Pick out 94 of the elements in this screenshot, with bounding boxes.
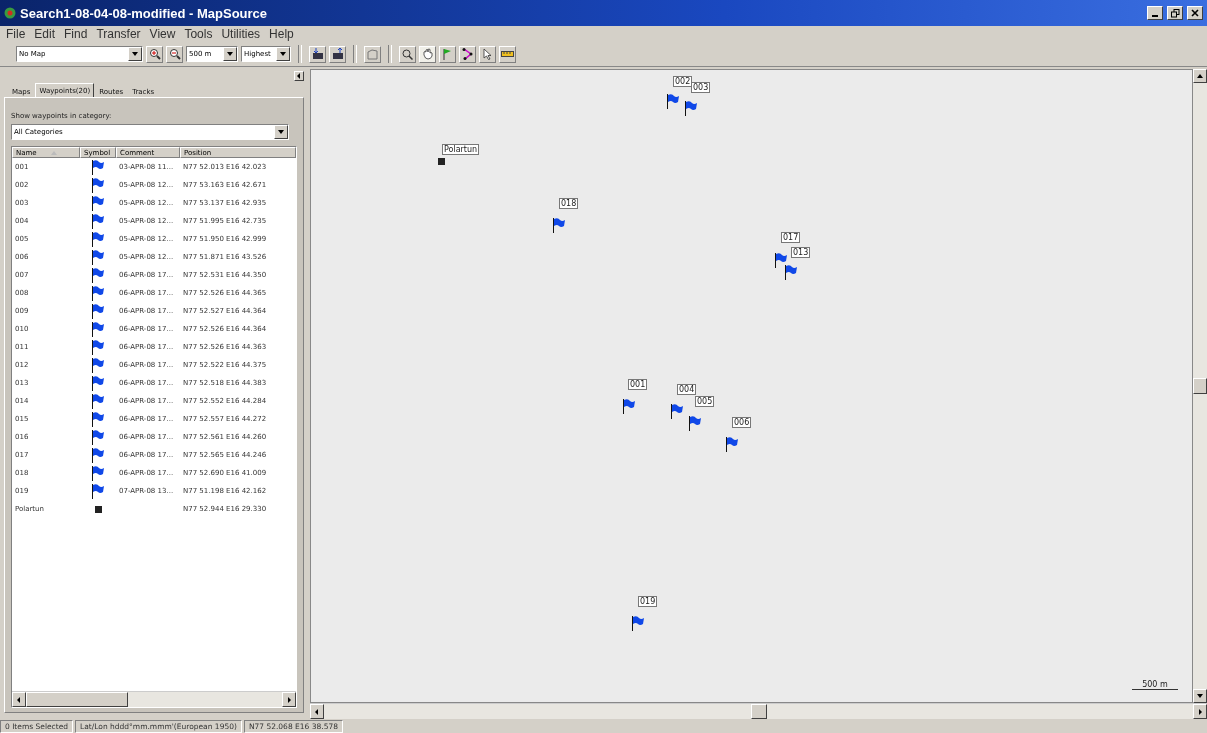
map-canvas[interactable]: Polartun 002 003 018 017 013 001 004 005 006 019 500 m — [310, 69, 1193, 703]
flag-icon[interactable] — [670, 403, 684, 419]
caret-down-icon — [278, 129, 284, 135]
waypoint-label: 003 — [691, 82, 711, 93]
flag-icon — [91, 339, 105, 355]
scroll-thumb[interactable] — [26, 692, 128, 707]
flag-icon — [91, 267, 105, 283]
flag-icon — [91, 465, 105, 481]
ruler-tool-icon[interactable] — [499, 45, 516, 63]
close-button[interactable] — [1187, 6, 1203, 20]
pointer-tool-icon[interactable] — [479, 45, 496, 63]
flag-icon — [91, 393, 105, 409]
menu-item[interactable]: Help — [265, 27, 299, 41]
flag-icon[interactable] — [784, 264, 798, 280]
vertical-scrollbar[interactable] — [1193, 69, 1207, 703]
arrow-left-icon — [16, 696, 22, 703]
caret-down-icon — [132, 51, 138, 57]
flag-icon — [91, 159, 105, 175]
menu-item[interactable]: File — [2, 27, 31, 41]
arrow-right-icon — [1197, 708, 1203, 715]
flag-icon[interactable] — [684, 100, 698, 116]
send-icon[interactable] — [329, 45, 346, 63]
waypoint-label: 002 — [673, 76, 693, 87]
menu-item[interactable]: Transfer — [92, 27, 146, 41]
caret-down-icon — [280, 51, 286, 57]
flag-icon — [91, 177, 105, 193]
menu-item[interactable]: Tools — [180, 27, 218, 41]
scroll-down-button[interactable] — [1193, 689, 1207, 703]
flag-icon[interactable] — [666, 93, 680, 109]
flag-icon — [91, 285, 105, 301]
flag-icon — [91, 483, 105, 499]
scale-label: 500 m — [1142, 680, 1168, 689]
scroll-right-button[interactable] — [1193, 704, 1207, 719]
flag-icon — [91, 411, 105, 427]
app-icon — [4, 7, 16, 19]
flag-icon — [91, 231, 105, 247]
flag-tool-icon[interactable] — [439, 45, 456, 63]
menu-item[interactable]: Utilities — [217, 27, 266, 41]
restore-button[interactable] — [1167, 6, 1183, 20]
hand-tool-icon[interactable] — [419, 45, 436, 63]
flag-icon[interactable] — [725, 436, 739, 452]
flag-icon — [91, 429, 105, 445]
flag-icon — [91, 447, 105, 463]
menu-item[interactable]: Find — [60, 27, 93, 41]
waypoint-label: 001 — [628, 379, 648, 390]
waypoint-label: Polartun — [442, 144, 480, 155]
flag-icon — [91, 357, 105, 373]
map-tool-icon[interactable] — [364, 45, 381, 63]
close-icon — [1191, 9, 1199, 17]
receive-icon[interactable] — [309, 45, 326, 63]
zoom-in-icon[interactable] — [146, 45, 163, 63]
flag-icon — [91, 195, 105, 211]
horizontal-scrollbar[interactable] — [12, 691, 296, 707]
zoom-tool-icon[interactable] — [399, 45, 416, 63]
scroll-thumb[interactable] — [750, 704, 767, 719]
flag-icon — [91, 375, 105, 391]
arrow-left-icon — [314, 708, 320, 715]
flag-icon — [91, 303, 105, 319]
scroll-left-button[interactable] — [12, 692, 26, 707]
flag-icon[interactable] — [552, 217, 566, 233]
flag-icon — [91, 321, 105, 337]
waypoint-label: 005 — [695, 396, 715, 407]
arrow-right-icon — [286, 696, 292, 703]
flag-icon[interactable] — [631, 615, 645, 631]
flag-icon[interactable] — [688, 415, 702, 431]
flag-icon — [91, 249, 105, 265]
waypoint-label: 017 — [781, 232, 801, 243]
sort-icon — [50, 150, 57, 155]
scroll-right-button[interactable] — [282, 692, 296, 707]
caret-down-icon — [1197, 693, 1203, 699]
zoom-out-icon[interactable] — [166, 45, 183, 63]
menu-item[interactable]: Edit — [30, 27, 61, 41]
arrow-left-icon — [296, 73, 302, 79]
flag-icon[interactable] — [774, 252, 788, 268]
minimize-button[interactable] — [1147, 6, 1163, 20]
caret-down-icon — [227, 51, 233, 57]
menu-item[interactable]: View — [145, 27, 181, 41]
waypoint-label: 013 — [791, 247, 811, 258]
waypoint-label: 018 — [559, 198, 579, 209]
waypoint-label: 004 — [677, 384, 697, 395]
route-tool-icon[interactable] — [459, 45, 476, 63]
scroll-up-button[interactable] — [1193, 69, 1207, 83]
restore-icon — [1170, 8, 1180, 18]
waypoint-label: 006 — [732, 417, 752, 428]
square-icon — [94, 505, 102, 513]
window-title: Search1-08-04-08-modified - MapSource — [20, 5, 269, 21]
flag-icon[interactable] — [622, 398, 636, 414]
map-horizontal-scrollbar[interactable] — [310, 703, 1207, 719]
arrow-up-icon — [1197, 73, 1203, 79]
scroll-thumb[interactable] — [1193, 378, 1207, 394]
collapse-button[interactable] — [294, 71, 304, 81]
scroll-left-button[interactable] — [310, 704, 324, 719]
flag-icon — [91, 213, 105, 229]
waypoint-label: 019 — [638, 596, 658, 607]
